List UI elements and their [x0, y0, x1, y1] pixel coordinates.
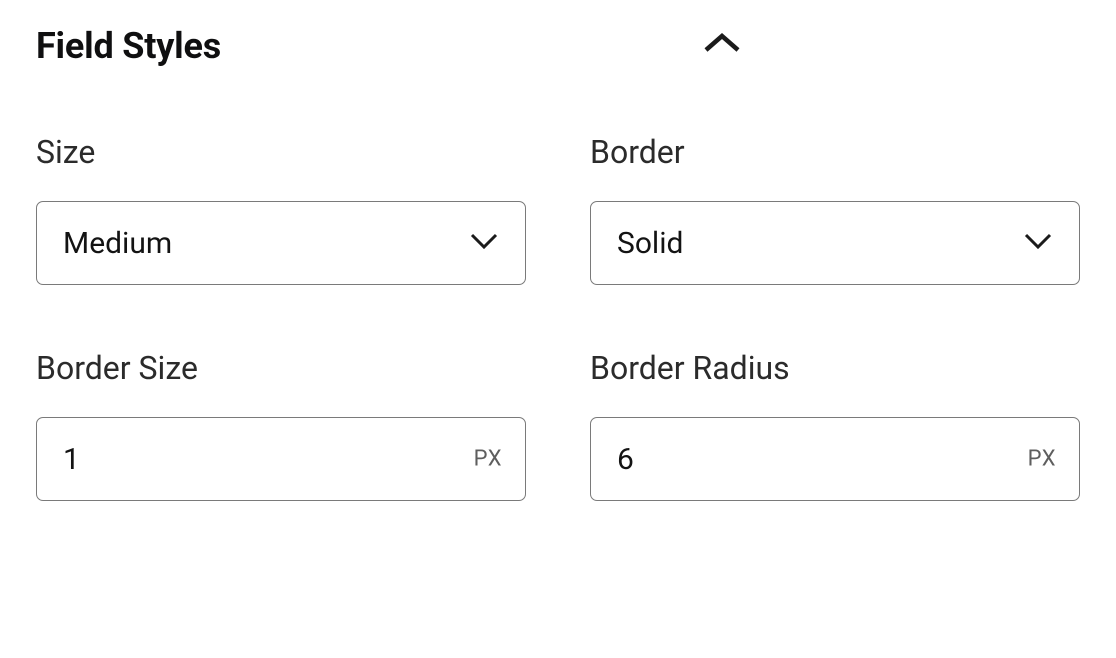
border-field: Border Solid — [590, 133, 1080, 285]
border-size-label: Border Size — [36, 349, 526, 387]
chevron-up-icon — [702, 32, 742, 59]
border-select[interactable]: Solid — [590, 201, 1080, 285]
border-label: Border — [590, 133, 1080, 171]
size-select[interactable]: Medium — [36, 201, 526, 285]
border-size-field: Border Size PX — [36, 349, 526, 501]
border-size-input[interactable] — [36, 417, 526, 501]
border-radius-input[interactable] — [590, 417, 1080, 501]
section-title: Field Styles — [36, 25, 221, 67]
border-radius-field: Border Radius PX — [590, 349, 1080, 501]
size-select-wrap: Medium — [36, 201, 526, 285]
size-field: Size Medium — [36, 133, 526, 285]
border-radius-label: Border Radius — [590, 349, 1080, 387]
size-label: Size — [36, 133, 526, 171]
collapse-toggle-button[interactable] — [694, 24, 750, 67]
border-select-wrap: Solid — [590, 201, 1080, 285]
field-styles-section-header[interactable]: Field Styles — [36, 24, 1080, 67]
border-size-input-wrap: PX — [36, 417, 526, 501]
field-styles-grid: Size Medium Border Solid Bor — [36, 133, 1080, 501]
border-radius-input-wrap: PX — [590, 417, 1080, 501]
